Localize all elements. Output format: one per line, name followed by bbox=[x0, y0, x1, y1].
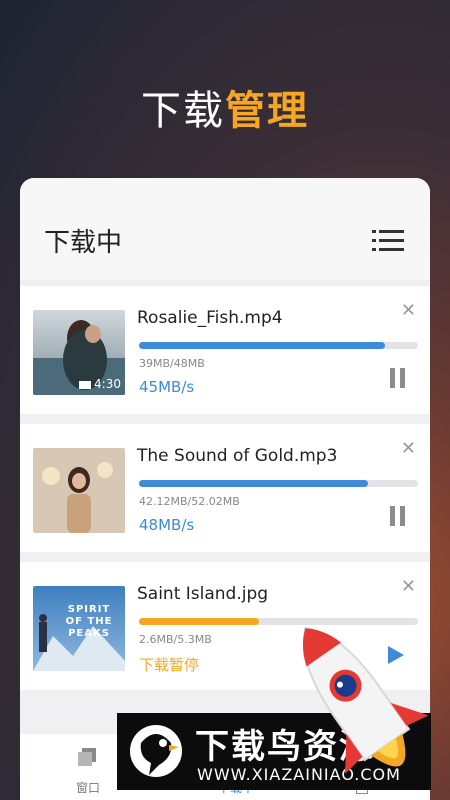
file-name: Saint Island.jpg bbox=[137, 584, 269, 604]
pause-icon[interactable] bbox=[390, 368, 410, 390]
download-status: 下载暂停 bbox=[139, 656, 200, 674]
headline-part-2: 管理 bbox=[225, 88, 309, 134]
video-camera-icon bbox=[79, 380, 92, 389]
video-duration-badge: 4:30 bbox=[79, 377, 121, 391]
close-icon[interactable]: ✕ bbox=[401, 578, 416, 596]
video-thumbnail: 4:30 bbox=[33, 310, 125, 395]
file-name: Rosalie_Fish.mp4 bbox=[137, 308, 283, 328]
image-thumbnail: SPIRIT OF THE PEAKS bbox=[33, 586, 125, 671]
thumbnail-text: SPIRIT OF THE PEAKS bbox=[65, 604, 113, 639]
pause-icon[interactable] bbox=[390, 506, 410, 528]
audio-thumbnail bbox=[33, 448, 125, 533]
rocket-icon bbox=[302, 627, 429, 774]
progress-fill bbox=[139, 342, 385, 349]
download-speed: 45MB/s bbox=[139, 378, 195, 396]
progress-fill bbox=[139, 480, 368, 487]
file-size: 39MB/48MB bbox=[139, 357, 205, 370]
close-icon[interactable]: ✕ bbox=[401, 302, 416, 320]
progress-fill bbox=[139, 618, 259, 625]
close-icon[interactable]: ✕ bbox=[401, 440, 416, 458]
list-icon[interactable] bbox=[372, 230, 404, 252]
file-size: 42.12MB/52.02MB bbox=[139, 495, 240, 508]
panel-header: 下载中 bbox=[20, 178, 430, 280]
download-item[interactable]: The Sound of Gold.mp3 42.12MB/52.02MB 48… bbox=[20, 424, 430, 552]
file-size: 2.6MB/5.3MB bbox=[139, 633, 212, 646]
progress-bar bbox=[139, 480, 418, 487]
video-duration: 4:30 bbox=[94, 377, 121, 391]
download-speed: 48MB/s bbox=[139, 516, 195, 534]
file-name: The Sound of Gold.mp3 bbox=[137, 446, 338, 466]
bird-logo-icon bbox=[130, 725, 182, 777]
panel-title: 下载中 bbox=[44, 228, 123, 258]
progress-bar bbox=[139, 342, 418, 349]
download-item[interactable]: 4:30 Rosalie_Fish.mp4 39MB/48MB 45MB/s ✕ bbox=[20, 286, 430, 414]
window-icon bbox=[78, 748, 96, 766]
page-headline: 下载管理 bbox=[0, 78, 450, 136]
headline-part-1: 下载 bbox=[141, 88, 225, 134]
